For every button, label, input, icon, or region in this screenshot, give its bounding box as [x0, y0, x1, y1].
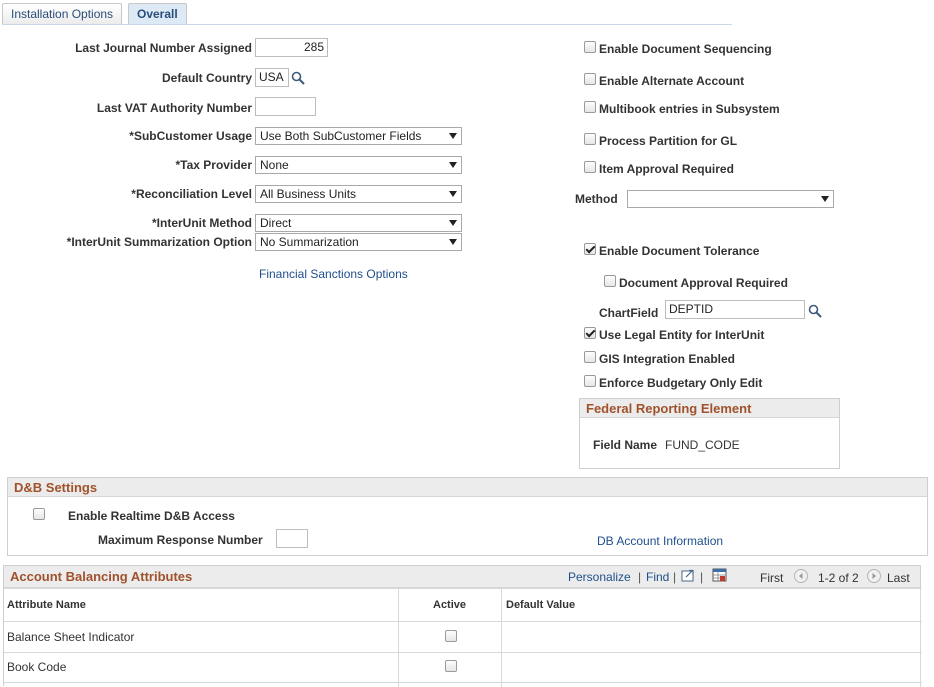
process-partition-checkbox[interactable] [584, 133, 596, 145]
chartfield-search-icon[interactable] [808, 304, 822, 318]
subcustomer-usage-label: *SubCustomer Usage [129, 129, 252, 143]
max-response-label: Maximum Response Number [98, 533, 263, 547]
header-top-line [4, 588, 922, 589]
active-checkbox[interactable] [445, 630, 457, 642]
reconciliation-level-value: All Business Units [260, 187, 357, 201]
reconciliation-level-label: *Reconciliation Level [131, 187, 252, 201]
attribute-name-cell: Balance Sheet Indicator [7, 630, 135, 644]
federal-reporting-title: Federal Reporting Element [580, 399, 839, 418]
attribute-name-cell: Book Code [7, 660, 67, 674]
enable-alt-account-checkbox[interactable] [584, 73, 596, 85]
chevron-down-icon [449, 162, 457, 168]
enforce-budgetary-label: Enforce Budgetary Only Edit [599, 376, 763, 390]
field-name-value: FUND_CODE [665, 438, 740, 452]
active-checkbox[interactable] [445, 660, 457, 672]
first-label: First [760, 571, 784, 585]
process-partition-label: Process Partition for GL [599, 134, 738, 148]
interunit-method-value: Direct [260, 216, 292, 230]
row-divider [4, 652, 922, 653]
enable-doc-tolerance-label: Enable Document Tolerance [599, 244, 760, 258]
last-journal-field[interactable]: 285 [255, 38, 328, 57]
interunit-summarization-value: No Summarization [260, 235, 359, 249]
last-vat-label: Last VAT Authority Number [96, 101, 252, 115]
financial-sanctions-link[interactable]: Financial Sanctions Options [259, 267, 408, 281]
last-journal-label: Last Journal Number Assigned [75, 41, 252, 55]
field-name-label: Field Name [593, 438, 658, 452]
chevron-down-icon [821, 196, 829, 202]
tax-provider-label: *Tax Provider [175, 158, 252, 172]
interunit-method-label: *InterUnit Method [152, 216, 252, 230]
item-approval-checkbox[interactable] [584, 161, 596, 173]
tab-overall[interactable]: Overall [128, 3, 187, 24]
row-divider [4, 682, 922, 683]
last-label: Last [887, 571, 910, 585]
separator: | [700, 570, 704, 584]
doc-approval-label: Document Approval Required [619, 276, 788, 290]
tax-provider-value: None [260, 158, 289, 172]
personalize-link[interactable]: Personalize [568, 570, 631, 584]
previous-icon[interactable] [794, 569, 808, 583]
chevron-down-icon [449, 191, 457, 197]
col-divider [501, 588, 502, 687]
col-default-value: Default Value [506, 599, 576, 611]
interunit-summarization-label: *InterUnit Summarization Option [66, 235, 252, 249]
subcustomer-usage-value: Use Both SubCustomer Fields [260, 129, 422, 143]
reconciliation-level-select[interactable]: All Business Units [255, 185, 462, 203]
enable-doc-tolerance-checkbox[interactable] [584, 243, 596, 255]
chevron-down-icon [449, 220, 457, 226]
gis-integration-checkbox[interactable] [584, 351, 596, 363]
download-spreadsheet-icon[interactable] [712, 568, 727, 582]
col-attribute-name: Attribute Name [7, 599, 86, 611]
gis-integration-label: GIS Integration Enabled [599, 352, 736, 366]
enable-alt-account-label: Enable Alternate Account [599, 74, 745, 88]
tax-provider-select[interactable]: None [255, 156, 462, 174]
account-balancing-grid: Account Balancing Attributes Personalize… [3, 565, 922, 687]
method-select[interactable] [627, 190, 834, 208]
enable-doc-sequencing-checkbox[interactable] [584, 41, 596, 53]
enable-doc-sequencing-label: Enable Document Sequencing [599, 42, 772, 56]
next-icon[interactable] [867, 569, 881, 583]
multibook-label: Multibook entries in Subsystem [599, 102, 780, 116]
last-vat-field[interactable] [255, 97, 316, 116]
default-country-field[interactable]: USA [255, 68, 289, 87]
db-account-info-link[interactable]: DB Account Information [597, 534, 723, 548]
chartfield-field[interactable]: DEPTID [665, 300, 805, 319]
find-link[interactable]: Find [646, 570, 669, 584]
col-divider [920, 588, 921, 687]
default-country-search-icon[interactable] [291, 71, 305, 85]
col-divider [398, 588, 399, 687]
separator: | [673, 570, 677, 584]
federal-reporting-box: Federal Reporting Element Field Name FUN… [579, 398, 840, 469]
tab-underline [2, 24, 732, 25]
chevron-down-icon [449, 239, 457, 245]
separator: | [638, 570, 642, 584]
enforce-budgetary-checkbox[interactable] [584, 375, 596, 387]
realtime-dnb-checkbox[interactable] [33, 508, 45, 520]
tab-installation-options[interactable]: Installation Options [2, 3, 123, 24]
view-all-icon[interactable] [681, 569, 695, 582]
doc-approval-checkbox[interactable] [604, 275, 616, 287]
interunit-method-select[interactable]: Direct [255, 214, 462, 232]
chartfield-label: ChartField [599, 306, 659, 320]
range-label: 1-2 of 2 [818, 571, 859, 585]
interunit-summarization-select[interactable]: No Summarization [255, 233, 462, 251]
subcustomer-usage-select[interactable]: Use Both SubCustomer Fields [255, 127, 462, 145]
dnb-settings-box: D&B Settings Enable Realtime D&B Access … [7, 477, 928, 556]
max-response-field[interactable] [276, 529, 308, 548]
use-legal-entity-label: Use Legal Entity for InterUnit [599, 328, 765, 342]
default-country-label: Default Country [162, 71, 252, 85]
realtime-dnb-label: Enable Realtime D&B Access [68, 509, 235, 523]
header-bottom-line [4, 621, 922, 622]
use-legal-entity-checkbox[interactable] [584, 327, 596, 339]
dnb-settings-title: D&B Settings [8, 478, 927, 497]
method-label: Method [575, 192, 618, 206]
col-active: Active [433, 599, 467, 611]
multibook-checkbox[interactable] [584, 101, 596, 113]
chevron-down-icon [449, 133, 457, 139]
item-approval-label: Item Approval Required [599, 162, 734, 176]
